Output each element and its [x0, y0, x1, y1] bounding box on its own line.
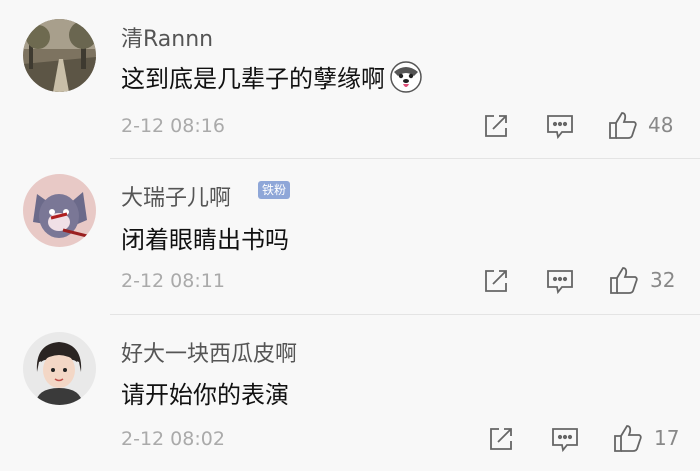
comment-item-3: 好大一块西瓜皮啊 请开始你的表演 2-12 08:02 17 [0, 315, 700, 471]
avatar[interactable] [23, 332, 96, 405]
comment-icon[interactable] [545, 267, 575, 295]
comment-item-2: 大瑞子儿啊 铁粉 闭着眼睛出书吗 2-12 08:11 32 [0, 159, 700, 314]
thumbs-up-icon[interactable] [608, 265, 640, 295]
timestamp: 2-12 08:02 [121, 428, 225, 450]
share-icon[interactable] [482, 112, 510, 140]
comment-text: 这到底是几辈子的孽缘啊 [121, 59, 423, 100]
thumbs-up-icon[interactable] [607, 110, 639, 140]
username[interactable]: 清Rannn [121, 21, 213, 53]
share-icon[interactable] [487, 425, 515, 453]
like-count: 32 [650, 268, 676, 292]
comment-icon[interactable] [550, 425, 580, 453]
comment-item-1: 清Rannn 这到底是几辈子的孽缘啊 2-12 08:16 48 [0, 0, 700, 158]
fan-badge: 铁粉 [258, 181, 291, 199]
username[interactable]: 大瑞子儿啊 [121, 180, 231, 212]
comment-icon[interactable] [545, 112, 575, 140]
like-count: 48 [648, 113, 674, 137]
avatar[interactable] [23, 19, 96, 92]
comment-text: 闭着眼睛出书吗 [121, 226, 289, 254]
share-icon[interactable] [482, 267, 510, 295]
like-count: 17 [654, 426, 680, 450]
husky-emoji-icon [389, 60, 423, 100]
timestamp: 2-12 08:11 [121, 270, 225, 292]
thumbs-up-icon[interactable] [612, 423, 644, 453]
comment-text: 请开始你的表演 [121, 381, 289, 409]
timestamp: 2-12 08:16 [121, 115, 225, 137]
username[interactable]: 好大一块西瓜皮啊 [121, 336, 297, 368]
comment-text-body: 这到底是几辈子的孽缘啊 [121, 65, 385, 93]
avatar[interactable] [23, 174, 96, 247]
